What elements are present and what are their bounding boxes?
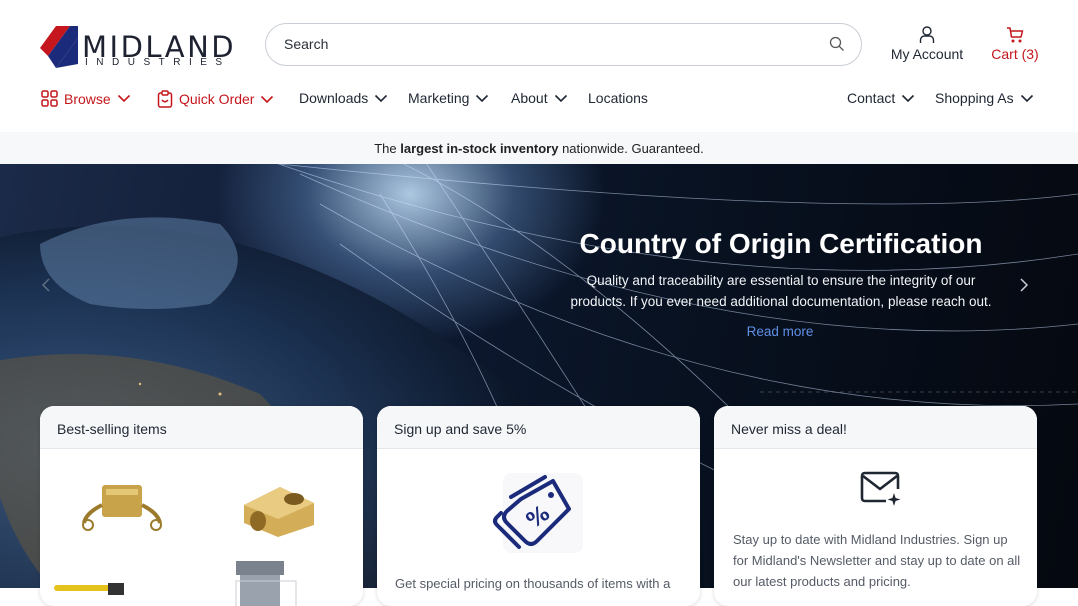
grid-icon (41, 90, 58, 107)
site-header: MIDLAND INDUSTRIES My Account Cart (3) B… (0, 0, 1078, 132)
signup-card: Sign up and save 5% % Get special pricin… (377, 406, 700, 606)
nav-shopping-as-label: Shopping As (935, 90, 1014, 106)
clipboard-icon (157, 90, 173, 108)
carousel-prev-arrow[interactable] (40, 276, 52, 299)
banner-text-pre: The (374, 141, 401, 156)
camlock-fitting-image[interactable] (78, 475, 166, 535)
best-selling-items (40, 449, 363, 606)
nav-marketing[interactable]: Marketing (408, 90, 489, 106)
mail-sparkle-icon (860, 471, 901, 506)
chevron-down-icon (902, 94, 915, 102)
nav-downloads-label: Downloads (299, 90, 369, 106)
nav-locations-label: Locations (588, 90, 648, 106)
best-selling-title: Best-selling items (40, 406, 363, 449)
discount-tag-icon: % (493, 473, 583, 553)
banner-text-post: nationwide. Guaranteed. (558, 141, 704, 156)
nav-about-label: About (511, 90, 548, 106)
my-account-label: My Account (890, 46, 964, 62)
chevron-left-icon (41, 278, 50, 292)
nav-quick-order-label: Quick Order (179, 91, 255, 107)
banner-text-bold: largest in-stock inventory (400, 141, 559, 156)
search-box (265, 23, 862, 66)
midland-logo-mark (40, 26, 78, 68)
chevron-down-icon (476, 94, 489, 102)
midland-logo[interactable]: MIDLAND INDUSTRIES (40, 24, 235, 70)
cart-icon (1007, 27, 1024, 43)
hex-nipple-image[interactable] (230, 559, 300, 606)
newsletter-description: Stay up to date with Midland Industries.… (733, 532, 1021, 589)
nav-contact[interactable]: Contact (847, 90, 915, 106)
ball-valve-image[interactable] (50, 577, 130, 606)
hero-read-more-link[interactable]: Read more (730, 324, 830, 339)
nav-quick-order[interactable]: Quick Order (157, 90, 274, 108)
chevron-down-icon (117, 94, 130, 103)
carousel-next-arrow[interactable] (1018, 276, 1030, 299)
cart-label: Cart (3) (991, 46, 1039, 62)
cart-link[interactable]: Cart (3) (988, 26, 1042, 62)
brass-elbow-image[interactable] (236, 475, 322, 541)
nav-about[interactable]: About (511, 90, 568, 106)
chevron-right-icon (1020, 278, 1029, 292)
chevron-down-icon (554, 94, 567, 102)
nav-downloads[interactable]: Downloads (299, 90, 388, 106)
newsletter-title: Never miss a deal! (714, 406, 1037, 449)
user-icon (919, 26, 935, 43)
signup-title: Sign up and save 5% (377, 406, 700, 449)
my-account-link[interactable]: My Account (887, 26, 967, 62)
signup-body: % Get special pricing on thousands of it… (377, 449, 700, 606)
search-icon[interactable] (829, 36, 845, 57)
hero-title: Country of Origin Certification (579, 228, 983, 259)
chevron-down-icon (375, 94, 388, 102)
nav-shopping-as[interactable]: Shopping As (935, 90, 1034, 106)
nav-locations[interactable]: Locations (588, 90, 648, 106)
best-selling-card: Best-selling items (40, 406, 363, 606)
signup-description: Get special pricing on thousands of item… (395, 576, 671, 591)
nav-contact-label: Contact (847, 90, 896, 106)
newsletter-body: Stay up to date with Midland Industries.… (714, 449, 1037, 606)
chevron-down-icon (1020, 94, 1033, 102)
nav-browse-label: Browse (64, 90, 111, 107)
nav-marketing-label: Marketing (408, 90, 470, 106)
search-input[interactable] (284, 36, 804, 52)
promo-banner: The largest in-stock inventory nationwid… (0, 132, 1078, 164)
newsletter-card: Never miss a deal! Stay up to date with … (714, 406, 1037, 606)
chevron-down-icon (261, 95, 274, 103)
logo-sub: INDUSTRIES (85, 57, 231, 68)
hero-description: Quality and traceability are essential t… (570, 273, 992, 309)
nav-browse[interactable]: Browse (41, 90, 131, 107)
